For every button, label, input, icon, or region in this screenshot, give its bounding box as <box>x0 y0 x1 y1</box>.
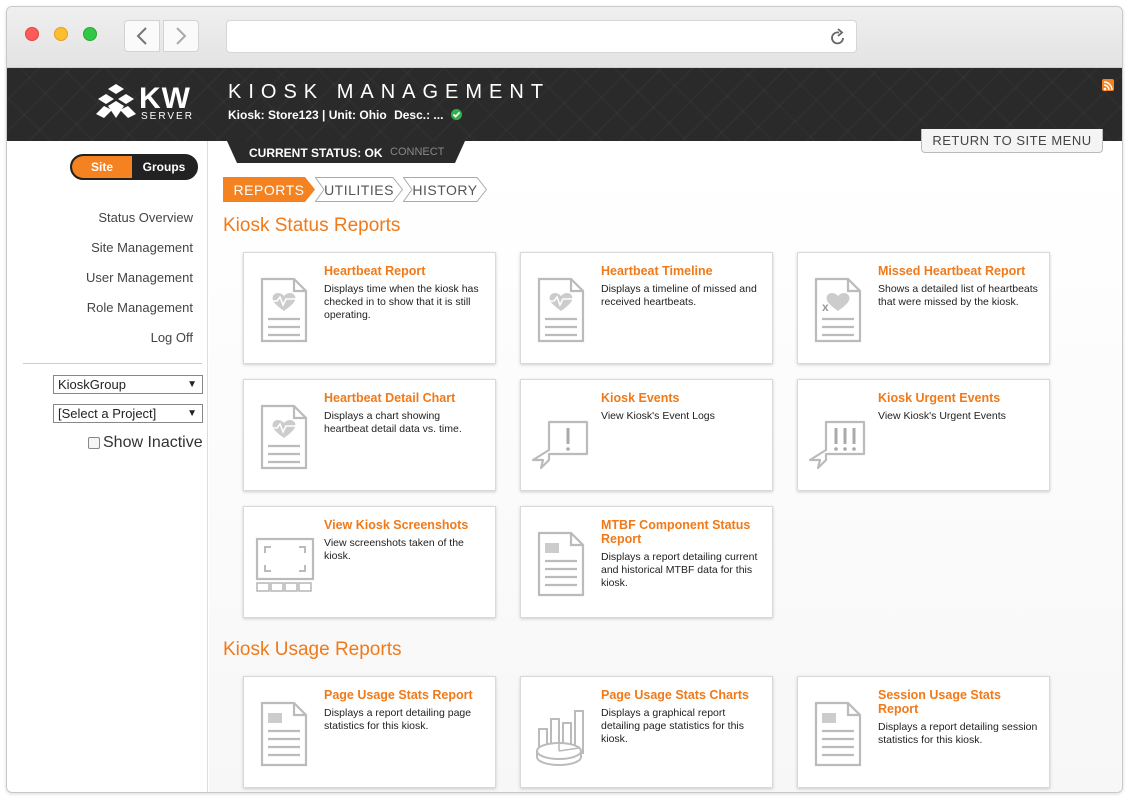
heartbeat-doc-icon <box>260 404 308 470</box>
card-title: Page Usage Stats Charts <box>601 688 749 702</box>
report-card[interactable]: Page Usage Stats Charts Displays a graph… <box>520 676 773 788</box>
card-title: Heartbeat Detail Chart <box>324 391 456 405</box>
sidebar: Site Groups Status Overview Site Managem… <box>7 141 208 792</box>
card-title: Page Usage Stats Report <box>324 688 473 702</box>
address-bar[interactable] <box>226 20 857 53</box>
rss-icon[interactable] <box>1102 79 1114 91</box>
card-title: Heartbeat Timeline <box>601 264 713 278</box>
toggle-groups[interactable]: Groups <box>132 156 196 178</box>
card-description: View Kiosk's Urgent Events <box>878 410 1006 422</box>
kiosk-info-text: Kiosk: Store123 | Unit: Ohio <box>228 108 387 122</box>
forward-button[interactable] <box>163 20 199 52</box>
show-inactive-option[interactable]: Show Inactive <box>88 434 203 452</box>
reload-icon[interactable] <box>830 28 846 46</box>
tab-history[interactable]: HISTORY <box>403 177 487 202</box>
card-description: Displays time when the kiosk has checked… <box>324 283 479 321</box>
card-title: Session Usage Stats Report <box>878 688 1001 716</box>
tab-utilities[interactable]: UTILITIES <box>315 177 403 202</box>
tab-reports-label: REPORTS <box>233 181 305 198</box>
kiosk-info: Kiosk: Store123 | Unit: Ohio Desc.: ... <box>228 108 466 122</box>
report-doc-icon <box>814 701 862 767</box>
toggle-site[interactable]: Site <box>72 156 132 178</box>
report-card[interactable]: Heartbeat Timeline Displays a timeline o… <box>520 252 773 364</box>
report-card[interactable]: Heartbeat Detail Chart Displays a chart … <box>243 379 496 491</box>
card-title: MTBF Component Status Report <box>601 518 751 546</box>
project-select[interactable]: [Select a Project] ▼ <box>53 404 203 423</box>
kw-logo-icon <box>96 84 136 118</box>
report-card[interactable]: Kiosk Urgent Events View Kiosk's Urgent … <box>797 379 1050 491</box>
report-card[interactable]: Kiosk Events View Kiosk's Event Logs <box>520 379 773 491</box>
card-description: Displays a timeline of missed and receiv… <box>601 283 757 308</box>
card-title: Missed Heartbeat Report <box>878 264 1026 278</box>
sidebar-item-user-management[interactable]: User Management <box>86 263 193 293</box>
heartbeat-doc-icon <box>260 277 308 343</box>
card-description: View screenshots taken of the kiosk. <box>324 537 464 562</box>
urgent-bubble-icon <box>808 420 866 470</box>
card-description: Shows a detailed list of heartbeats that… <box>878 283 1038 308</box>
card-description: Displays a report detailing session stat… <box>878 721 1038 746</box>
sidebar-divider <box>23 363 202 364</box>
report-card[interactable]: Heartbeat Report Displays time when the … <box>243 252 496 364</box>
status-bar: CURRENT STATUS: OK CONNECT <box>227 141 465 163</box>
page-title: KIOSK MANAGEMENT <box>228 81 551 103</box>
report-card[interactable]: View Kiosk Screenshots View screenshots … <box>243 506 496 618</box>
report-card[interactable]: Page Usage Stats Report Displays a repor… <box>243 676 496 788</box>
sidebar-item-status-overview[interactable]: Status Overview <box>86 203 193 233</box>
svg-text:x: x <box>822 300 829 314</box>
event-bubble-icon <box>531 420 589 470</box>
chevron-right-icon <box>176 27 187 45</box>
group-select[interactable]: KioskGroup ▼ <box>53 375 203 394</box>
logo-subtext: SERVER <box>141 111 194 122</box>
sidebar-item-site-management[interactable]: Site Management <box>86 233 193 263</box>
current-status: CURRENT STATUS: OK <box>249 146 383 160</box>
section-title-status: Kiosk Status Reports <box>223 215 401 236</box>
chart-icon <box>536 710 584 766</box>
report-card[interactable]: Session Usage Stats Report Displays a re… <box>797 676 1050 788</box>
kiosk-desc[interactable]: Desc.: ... <box>394 108 443 122</box>
report-doc-icon <box>260 701 308 767</box>
chevron-left-icon <box>136 27 147 45</box>
screenshot-icon <box>255 537 315 592</box>
kw-server-logo[interactable]: KW SERVER <box>95 82 207 122</box>
tab-utilities-label: UTILITIES <box>324 181 394 198</box>
dropdown-arrow-icon: ▼ <box>187 408 197 419</box>
browser-window: KW SERVER KIOSK MANAGEMENT Kiosk: Store1… <box>6 6 1123 793</box>
back-button[interactable] <box>124 20 160 52</box>
report-card[interactable]: MTBF Component Status Report Displays a … <box>520 506 773 618</box>
missed-heartbeat-doc-icon: x <box>814 277 862 343</box>
maximize-window-button[interactable] <box>83 27 97 41</box>
connect-link[interactable]: CONNECT <box>390 146 444 158</box>
close-window-button[interactable] <box>25 27 39 41</box>
card-description: View Kiosk's Event Logs <box>601 410 715 422</box>
card-description: Displays a report detailing page statist… <box>324 707 472 732</box>
card-description: Displays a graphical report detailing pa… <box>601 707 744 745</box>
report-doc-icon <box>537 531 585 597</box>
browser-chrome <box>7 7 1122 68</box>
check-icon <box>450 109 462 120</box>
show-inactive-checkbox[interactable] <box>88 437 100 449</box>
section-title-usage: Kiosk Usage Reports <box>223 639 402 660</box>
report-card[interactable]: x Missed Heartbeat Report Shows a detail… <box>797 252 1050 364</box>
show-inactive-label: Show Inactive <box>103 434 203 451</box>
card-description: Displays a chart showing heartbeat detai… <box>324 410 462 435</box>
card-title: Heartbeat Report <box>324 264 426 278</box>
sidebar-menu: Status Overview Site Management User Man… <box>86 203 193 353</box>
return-to-site-menu-button[interactable]: RETURN TO SITE MENU <box>921 129 1103 153</box>
project-select-value: [Select a Project] <box>58 406 157 421</box>
group-select-value: KioskGroup <box>58 377 126 392</box>
card-description: Displays a report detailing current and … <box>601 551 758 589</box>
main-content: REPORTS UTILITIES HISTORY Kiosk Status R… <box>209 163 1122 792</box>
card-title: Kiosk Urgent Events <box>878 391 1001 405</box>
site-groups-toggle: Site Groups <box>70 154 198 180</box>
tab-history-label: HISTORY <box>412 181 478 198</box>
tab-reports[interactable]: REPORTS <box>223 177 315 202</box>
minimize-window-button[interactable] <box>54 27 68 41</box>
heartbeat-doc-icon <box>537 277 585 343</box>
sidebar-item-role-management[interactable]: Role Management <box>86 293 193 323</box>
sidebar-item-log-off[interactable]: Log Off <box>86 323 193 353</box>
card-title: Kiosk Events <box>601 391 680 405</box>
card-title: View Kiosk Screenshots <box>324 518 469 532</box>
dropdown-arrow-icon: ▼ <box>187 379 197 390</box>
